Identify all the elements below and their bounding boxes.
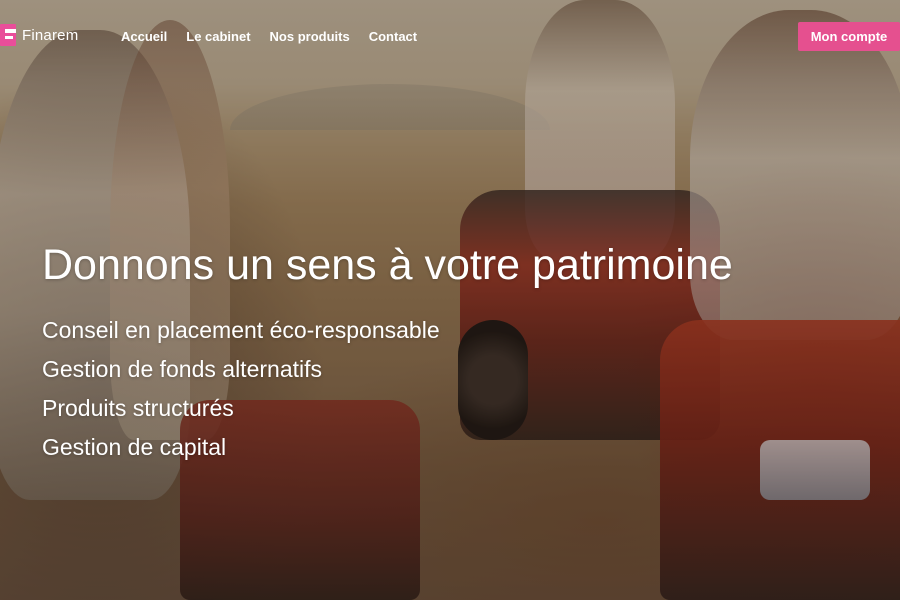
- service-item-eco-investment: Conseil en placement éco-responsable: [42, 317, 440, 343]
- top-navbar: Finarem Accueil Le cabinet Nos produits …: [0, 0, 900, 72]
- main-menu: Accueil Le cabinet Nos produits Contact: [121, 29, 436, 44]
- nav-link-nos-produits[interactable]: Nos produits: [270, 29, 350, 44]
- service-item-structured-products: Produits structurés: [42, 395, 234, 421]
- nav-link-le-cabinet[interactable]: Le cabinet: [186, 29, 250, 44]
- brand-logo[interactable]: Finarem: [0, 24, 78, 46]
- hero-title: Donnons un sens à votre patrimoine: [42, 241, 733, 289]
- my-account-button[interactable]: Mon compte: [798, 22, 900, 51]
- nav-link-contact[interactable]: Contact: [369, 29, 417, 44]
- hero-section: Donnons un sens à votre patrimoine Conse…: [42, 240, 862, 467]
- service-item-capital-management: Gestion de capital: [42, 434, 227, 460]
- nav-link-accueil[interactable]: Accueil: [121, 29, 167, 44]
- finarem-logo-icon: [0, 24, 16, 46]
- services-list: Conseil en placement éco-responsable Ges…: [42, 311, 862, 467]
- service-item-alternative-funds: Gestion de fonds alternatifs: [42, 356, 322, 382]
- brand-name: Finarem: [22, 26, 79, 44]
